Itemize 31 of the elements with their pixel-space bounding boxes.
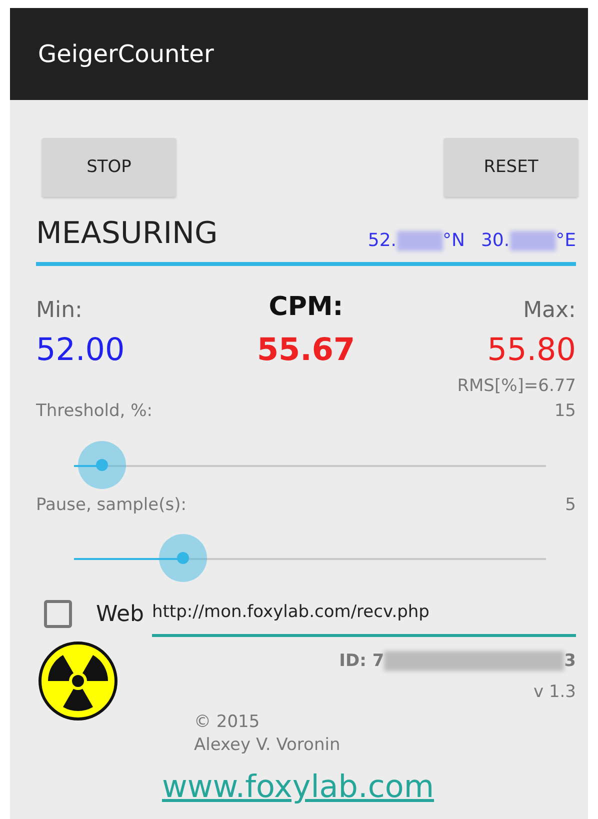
max-label: Max:	[522, 297, 576, 325]
latitude-unit: °N	[442, 229, 465, 253]
max-value: 55.80	[486, 331, 576, 370]
longitude-text: 30.	[480, 229, 510, 253]
cpm-value: 55.67	[256, 331, 356, 370]
cpm-label: CPM:	[268, 291, 344, 324]
url-field[interactable]: http://mon.foxylab.com/recv.php	[152, 592, 576, 636]
version-text: v 1.3	[534, 682, 576, 702]
copyright-text: © 2015	[194, 712, 260, 732]
radiation-icon	[38, 640, 118, 720]
app-title: GeigerCounter	[38, 39, 214, 70]
rms-text: RMS[%]=6.77	[457, 376, 576, 396]
slider-reading: 15	[554, 400, 576, 423]
author-text: Alexey V. Voronin	[194, 735, 340, 756]
status-text: MEASURING	[36, 215, 218, 253]
stop-button[interactable]: STOP	[42, 138, 176, 197]
web-checkbox[interactable]	[44, 600, 72, 628]
web-label: Web	[96, 600, 144, 629]
device-id-text: ID: 7	[339, 650, 384, 672]
min-value: 52.00	[36, 331, 126, 370]
slider-label: Threshold, %:	[36, 400, 152, 423]
reset-button[interactable]: RESET	[444, 138, 578, 197]
slider-thumb[interactable]	[158, 534, 207, 582]
device-id-end: 3	[564, 650, 576, 672]
slider-label: Pause, sample(s):	[36, 494, 186, 516]
latitude-text: 52.	[368, 229, 397, 253]
min-label: Min:	[36, 297, 84, 325]
longitude-unit: °E	[556, 229, 576, 253]
blurred-redaction	[510, 230, 556, 250]
slider-reading: 5	[565, 494, 576, 516]
blurred-redaction	[396, 230, 443, 250]
